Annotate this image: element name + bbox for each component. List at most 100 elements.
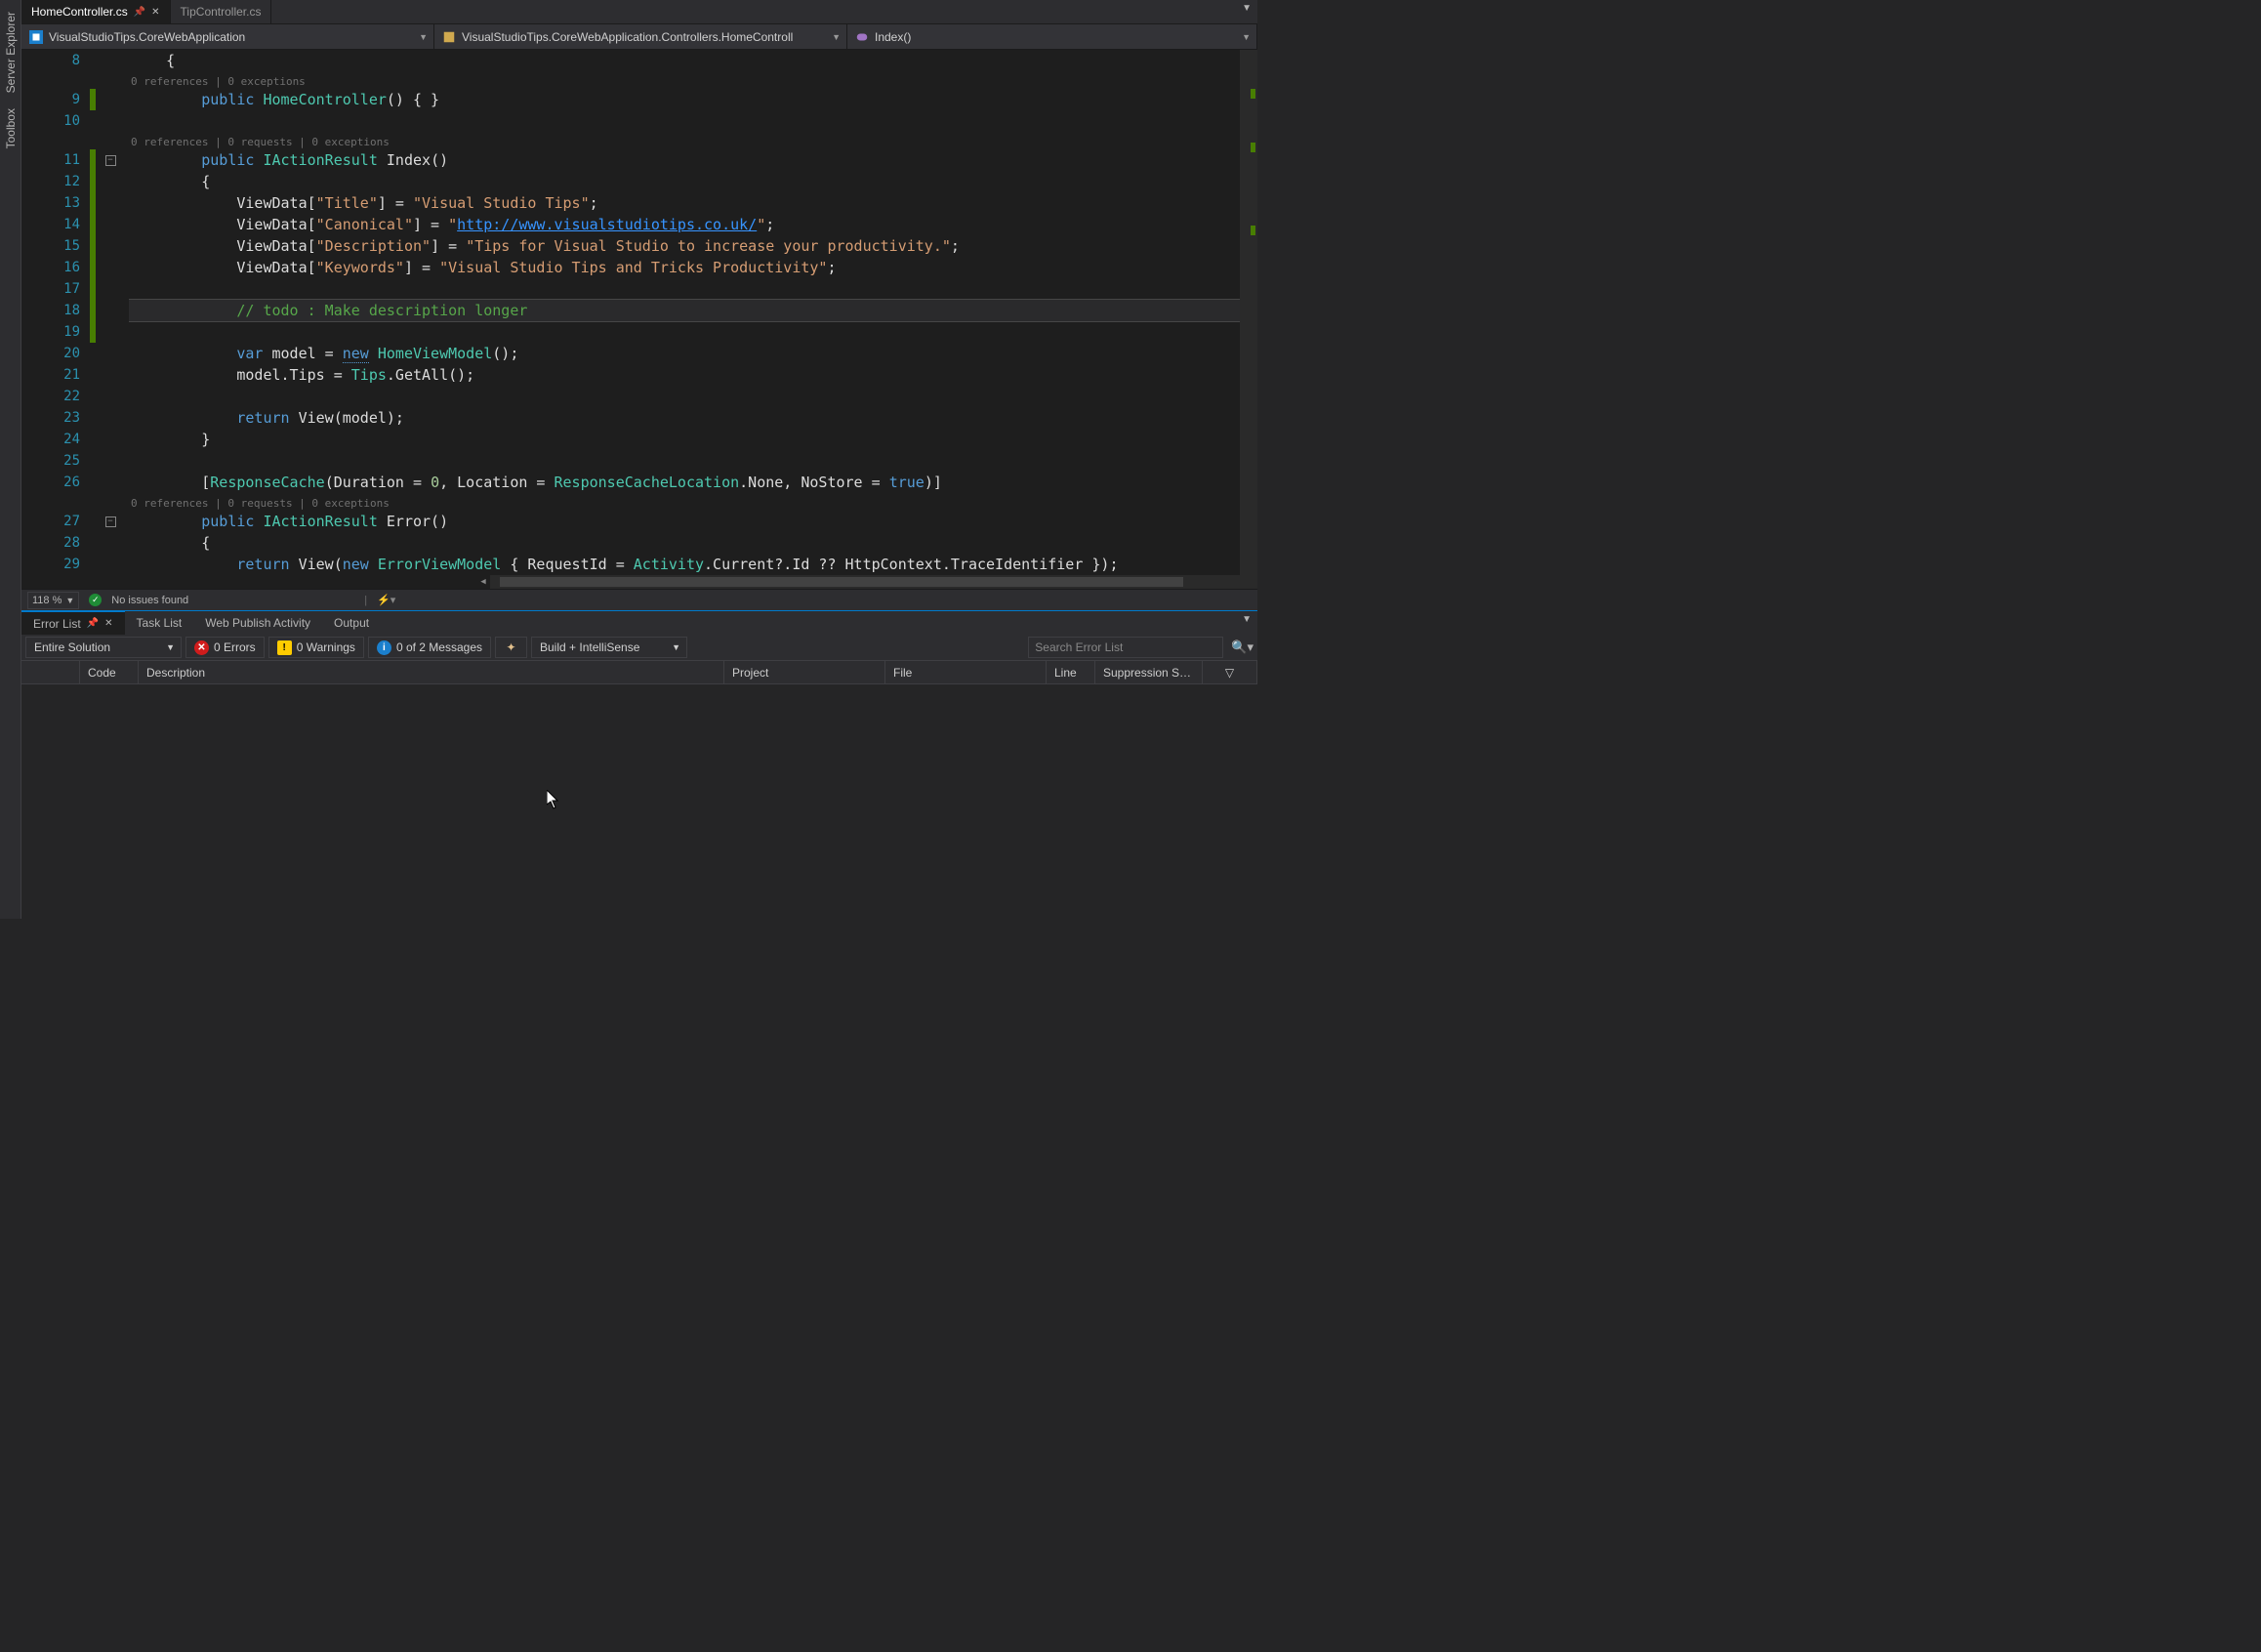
- line-number: 15: [21, 238, 90, 254]
- errors-toggle[interactable]: ✕ 0 Errors: [185, 637, 265, 658]
- error-list-body: [21, 684, 1257, 919]
- code-editor[interactable]: ⇆ 8 9 10 11− 12 13 14 15 16 17 18 19 20 …: [21, 50, 1257, 589]
- side-tab-server-explorer[interactable]: Server Explorer: [2, 4, 20, 101]
- col-line[interactable]: Line: [1047, 661, 1095, 683]
- build-mode-label: Build + IntelliSense: [540, 640, 639, 654]
- panel-tab-error-list[interactable]: Error List 📌 ✕: [21, 610, 125, 635]
- nav-type-dropdown[interactable]: VisualStudioTips.CoreWebApplication.Cont…: [434, 24, 847, 49]
- codelens[interactable]: 0 references | 0 requests | 0 exceptions: [131, 497, 390, 510]
- filter-icon: ▽: [1225, 666, 1234, 680]
- col-file[interactable]: File: [885, 661, 1047, 683]
- nav-scope-label: VisualStudioTips.CoreWebApplication: [49, 30, 245, 44]
- close-icon[interactable]: ✕: [151, 7, 159, 18]
- panel-tab-label: Output: [334, 616, 369, 630]
- scope-label: Entire Solution: [34, 640, 110, 654]
- line-number: 22: [21, 389, 90, 404]
- line-number: 11: [21, 152, 90, 168]
- panel-overflow-icon[interactable]: ▼: [1242, 614, 1252, 625]
- col-project[interactable]: Project: [724, 661, 885, 683]
- ok-icon: ✓: [89, 594, 102, 606]
- code-area[interactable]: { 0 references | 0 exceptions public Hom…: [129, 50, 1257, 589]
- col-empty[interactable]: [21, 661, 80, 683]
- scope-dropdown[interactable]: Entire Solution ▼: [25, 637, 182, 658]
- error-list-header: Code Description Project File Line Suppr…: [21, 661, 1257, 684]
- nav-scope-dropdown[interactable]: VisualStudioTips.CoreWebApplication ▼: [21, 24, 434, 49]
- col-description[interactable]: Description: [139, 661, 724, 683]
- errors-count: 0 Errors: [214, 640, 256, 654]
- horizontal-scrollbar[interactable]: ◀ ▶: [490, 575, 1240, 589]
- line-number: 25: [21, 453, 90, 469]
- chevron-down-icon: ▼: [672, 642, 680, 652]
- nav-member-dropdown[interactable]: Index() ▼: [847, 24, 1257, 49]
- line-number: 18: [21, 303, 90, 318]
- messages-toggle[interactable]: i 0 of 2 Messages: [368, 637, 491, 658]
- chevron-down-icon: ▼: [832, 32, 841, 42]
- fold-icon[interactable]: −: [105, 516, 116, 527]
- sparkle-icon: ✦: [504, 640, 518, 655]
- chevron-down-icon: ▼: [1242, 32, 1251, 42]
- line-number: 24: [21, 432, 90, 447]
- error-icon: ✕: [194, 640, 209, 655]
- line-number: 10: [21, 113, 90, 129]
- panel-tab-label: Web Publish Activity: [205, 616, 310, 630]
- line-number: 23: [21, 410, 90, 426]
- mouse-cursor: [547, 790, 560, 809]
- line-number: 16: [21, 260, 90, 275]
- scrollbar-thumb[interactable]: [500, 577, 1183, 587]
- panel-tab-label: Task List: [137, 616, 183, 630]
- bottom-panel: Error List 📌 ✕ Task List Web Publish Act…: [21, 610, 1257, 919]
- panel-tab-web-publish[interactable]: Web Publish Activity: [193, 611, 322, 635]
- panel-tab-task-list[interactable]: Task List: [125, 611, 194, 635]
- nav-member-label: Index(): [875, 30, 911, 44]
- fold-icon[interactable]: −: [105, 155, 116, 166]
- file-tab-home-controller[interactable]: HomeController.cs 📌 ✕: [21, 0, 171, 23]
- chevron-down-icon: ▼: [166, 642, 175, 652]
- chevron-down-icon: ▼: [419, 32, 428, 42]
- navigation-bar: VisualStudioTips.CoreWebApplication ▼ Vi…: [21, 24, 1257, 50]
- line-number: 17: [21, 281, 90, 297]
- file-tab-label: HomeController.cs: [31, 5, 128, 19]
- pin-icon[interactable]: 📌: [87, 618, 99, 629]
- pin-icon[interactable]: 📌: [134, 7, 145, 18]
- line-number: 21: [21, 367, 90, 383]
- line-number: 28: [21, 535, 90, 551]
- line-number: 27: [21, 514, 90, 529]
- url-link[interactable]: http://www.visualstudiotips.co.uk/: [457, 216, 757, 233]
- build-mode-dropdown[interactable]: Build + IntelliSense ▼: [531, 637, 687, 658]
- gutter: 8 9 10 11− 12 13 14 15 16 17 18 19 20 21…: [21, 50, 129, 589]
- zoom-label: 118 %: [32, 595, 62, 606]
- tab-overflow-icon[interactable]: ▼: [1242, 3, 1252, 14]
- issues-label: No issues found: [111, 595, 188, 606]
- side-tab-toolbox[interactable]: Toolbox: [2, 101, 20, 156]
- col-code[interactable]: Code: [80, 661, 139, 683]
- line-number: 13: [21, 195, 90, 211]
- col-suppression[interactable]: Suppression S…: [1095, 661, 1203, 683]
- warnings-toggle[interactable]: ! 0 Warnings: [268, 637, 364, 658]
- search-icon[interactable]: 🔍▾: [1231, 640, 1254, 655]
- search-input[interactable]: Search Error List: [1028, 637, 1223, 658]
- clear-button[interactable]: ✦: [495, 637, 527, 658]
- file-tab-strip: HomeController.cs 📌 ✕ TipController.cs ▼: [21, 0, 1257, 24]
- line-number: 9: [21, 92, 90, 107]
- line-number: 8: [21, 53, 90, 68]
- scroll-left-icon[interactable]: ◀: [476, 575, 490, 589]
- line-number: 20: [21, 346, 90, 361]
- panel-tab-label: Error List: [33, 617, 81, 631]
- chevron-down-icon: ▼: [65, 596, 74, 605]
- zoom-dropdown[interactable]: 118 % ▼: [27, 592, 79, 609]
- sidebar-tool-tabs: Server Explorer Toolbox: [0, 0, 21, 919]
- file-tab-label: TipController.cs: [181, 5, 262, 19]
- lightning-icon[interactable]: ⚡▾: [377, 594, 395, 606]
- error-list-toolbar: Entire Solution ▼ ✕ 0 Errors ! 0 Warning…: [21, 635, 1257, 661]
- line-number: 29: [21, 557, 90, 572]
- search-placeholder: Search Error List: [1035, 640, 1123, 654]
- file-tab-tip-controller[interactable]: TipController.cs: [171, 0, 272, 23]
- codelens[interactable]: 0 references | 0 exceptions: [131, 75, 306, 88]
- panel-tab-output[interactable]: Output: [322, 611, 381, 635]
- class-icon: [442, 30, 456, 44]
- filter-button[interactable]: ▽: [1203, 661, 1257, 683]
- vertical-scrollbar[interactable]: [1240, 50, 1257, 589]
- info-icon: i: [377, 640, 391, 655]
- codelens[interactable]: 0 references | 0 requests | 0 exceptions: [131, 136, 390, 148]
- close-icon[interactable]: ✕: [104, 618, 112, 629]
